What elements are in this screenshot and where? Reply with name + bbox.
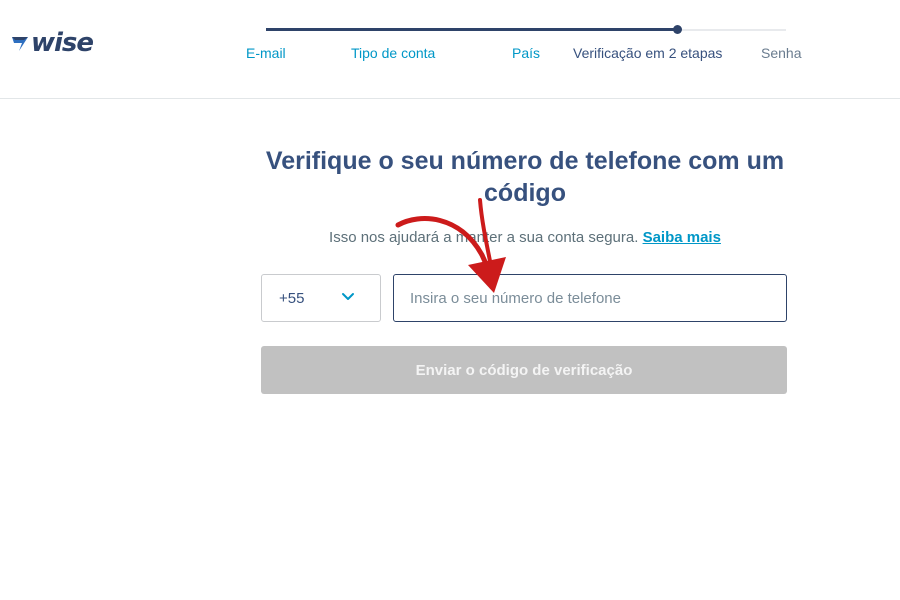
signup-stepper: E-mail Tipo de conta País Verificação em… <box>230 20 830 80</box>
step-two-factor: Verificação em 2 etapas <box>573 45 723 61</box>
page-title: Verifique o seu número de telefone com u… <box>265 147 785 207</box>
phone-number-input[interactable] <box>393 274 787 322</box>
step-country[interactable]: País <box>512 45 540 61</box>
send-code-button[interactable]: Enviar o código de verificação <box>261 346 787 394</box>
learn-more-link[interactable]: Saiba mais <box>643 229 721 246</box>
step-email[interactable]: E-mail <box>246 45 286 61</box>
chevron-down-icon <box>342 293 354 300</box>
wise-flag-icon <box>12 37 28 51</box>
country-code-value: +55 <box>279 289 305 307</box>
step-account-type[interactable]: Tipo de conta <box>351 45 435 61</box>
subtitle-text: Isso nos ajudará a manter a sua conta se… <box>329 229 639 246</box>
wise-logo-text: wise <box>31 28 94 58</box>
step-password: Senha <box>761 45 802 61</box>
stepper-progress <box>266 28 677 31</box>
stepper-current-dot <box>673 25 682 34</box>
wise-logo[interactable]: wise <box>10 28 94 58</box>
top-header: wise E-mail Tipo de conta País Verificaç… <box>0 0 900 99</box>
country-code-select[interactable]: +55 <box>261 274 381 322</box>
page-subtitle: Isso nos ajudará a manter a sua conta se… <box>255 229 795 246</box>
